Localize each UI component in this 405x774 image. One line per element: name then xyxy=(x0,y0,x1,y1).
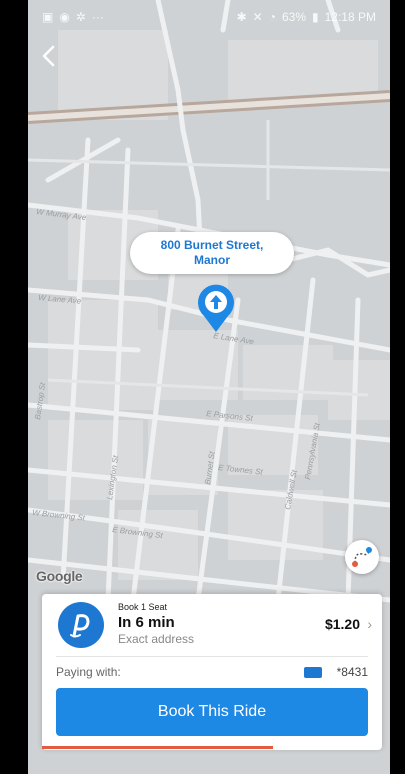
mute-icon: ✕ xyxy=(252,10,263,24)
more-notifications-icon: ··· xyxy=(91,10,104,24)
route-icon xyxy=(352,547,372,567)
pickup-address-bubble[interactable]: 800 Burnet Street, Manor xyxy=(130,232,294,274)
clock: 12:18 PM xyxy=(324,10,376,24)
seat-count: Book 1 Seat xyxy=(118,602,168,612)
phone-frame: W Murray Ave W Lane Ave E Lane Ave E Par… xyxy=(28,0,390,774)
progress-bar xyxy=(42,746,382,749)
battery-icon: ▮ xyxy=(312,10,319,24)
paying-with-label: Paying with: xyxy=(56,665,121,679)
chevron-left-icon xyxy=(42,45,55,67)
status-bar-system: ✱ ✕ ◔ 63% ▮ 12:18 PM xyxy=(237,10,376,24)
via-logo-icon xyxy=(58,602,104,648)
location-notification-icon: ◉ xyxy=(59,10,70,24)
ride-booking-card: Book 1 Seat In 6 min Exact address $1.20… xyxy=(42,594,382,750)
progress-fill xyxy=(42,746,274,749)
status-bar-notifications: ▣ ◉ ✲ ··· xyxy=(42,10,104,24)
address-type: Exact address xyxy=(118,632,195,646)
bluetooth-icon: ✱ xyxy=(236,10,247,24)
screen: W Murray Ave W Lane Ave E Lane Ave E Par… xyxy=(28,0,390,774)
credit-card-icon[interactable] xyxy=(304,667,322,678)
pickup-pin-icon[interactable] xyxy=(196,282,236,334)
image-notification-icon: ▣ xyxy=(42,10,54,24)
back-button[interactable] xyxy=(36,40,64,72)
payment-card-number[interactable]: *8431 xyxy=(337,665,368,679)
route-button[interactable] xyxy=(345,540,379,574)
book-ride-button[interactable]: Book This Ride xyxy=(56,688,368,736)
price-details-chevron-icon[interactable]: › xyxy=(367,616,372,632)
ride-price[interactable]: $1.20 xyxy=(325,616,360,632)
google-attribution[interactable]: Google xyxy=(36,568,83,584)
pickup-address-line1: 800 Burnet Street, xyxy=(160,238,264,252)
pickup-eta: In 6 min xyxy=(118,614,175,631)
battery-level: 63% xyxy=(281,10,307,24)
status-bar: ▣ ◉ ✲ ··· ✱ ✕ ◔ 63% ▮ 12:18 PM xyxy=(28,0,390,34)
pickup-address-line2: Manor xyxy=(194,253,230,267)
wifi-signal-icon: ◔ xyxy=(268,10,276,24)
pinwheel-notification-icon: ✲ xyxy=(75,10,86,24)
divider xyxy=(56,656,368,657)
